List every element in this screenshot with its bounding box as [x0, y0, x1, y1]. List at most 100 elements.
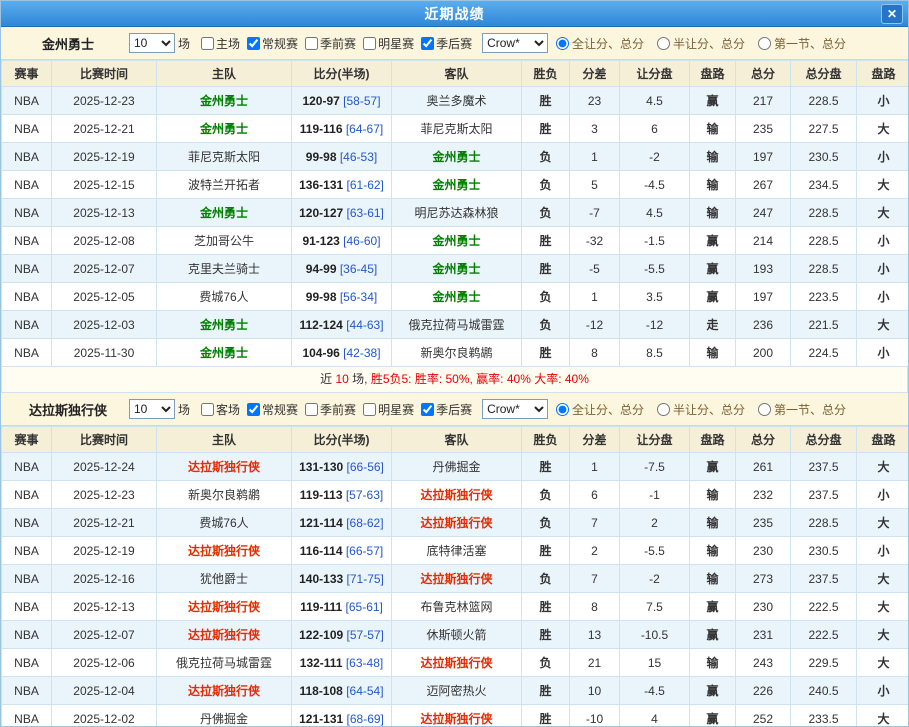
- filter-checkbox[interactable]: 明星赛: [356, 35, 414, 52]
- cell-total-line: 237.5: [791, 565, 857, 593]
- filter-checkbox[interactable]: 季前赛: [298, 401, 356, 418]
- cell-handicap: 8.5: [620, 339, 690, 367]
- cell-date: 2025-12-24: [52, 453, 157, 481]
- cell-ou-result: 小: [857, 87, 909, 115]
- score-half: [61-62]: [347, 178, 384, 192]
- cell-league: NBA: [2, 339, 52, 367]
- cell-away-team: 达拉斯独行侠: [392, 509, 522, 537]
- checkbox-input[interactable]: [305, 37, 318, 50]
- radio-input[interactable]: [758, 37, 771, 50]
- radio-input[interactable]: [758, 403, 771, 416]
- cell-result: 负: [522, 481, 570, 509]
- checkbox-label: 季前赛: [320, 401, 356, 418]
- score-half: [56-34]: [340, 290, 377, 304]
- filter-checkbox[interactable]: 明星赛: [356, 401, 414, 418]
- checkbox-input[interactable]: [247, 403, 260, 416]
- cell-league: NBA: [2, 199, 52, 227]
- checkbox-input[interactable]: [421, 37, 434, 50]
- games-suffix-label: 场: [178, 401, 190, 418]
- checkbox-input[interactable]: [247, 37, 260, 50]
- filter-radio[interactable]: 第一节、总分: [758, 35, 846, 52]
- cell-league: NBA: [2, 283, 52, 311]
- score-main: 116-114: [300, 544, 343, 558]
- cell-total: 197: [736, 283, 791, 311]
- cell-home-team: 达拉斯独行侠: [157, 537, 292, 565]
- crown-select[interactable]: Crow*: [482, 33, 548, 53]
- games-count-select[interactable]: 10: [129, 399, 175, 419]
- cell-score: 131-130 [66-56]: [292, 453, 392, 481]
- filter-radio[interactable]: 半让分、总分: [657, 401, 745, 418]
- filter-radio[interactable]: 全让分、总分: [556, 35, 644, 52]
- checkbox-input[interactable]: [305, 403, 318, 416]
- checkbox-label: 主场: [216, 35, 240, 52]
- cell-total: 230: [736, 593, 791, 621]
- score-main: 136-131: [299, 178, 343, 192]
- cell-result: 胜: [522, 339, 570, 367]
- cell-diff: 1: [570, 143, 620, 171]
- cell-diff: 1: [570, 283, 620, 311]
- score-main: 104-96: [302, 346, 339, 360]
- cell-result: 胜: [522, 621, 570, 649]
- checkbox-input[interactable]: [363, 37, 376, 50]
- radio-input[interactable]: [657, 403, 670, 416]
- filter-checkbox[interactable]: 季后赛: [414, 401, 472, 418]
- column-header: 主队: [157, 61, 292, 87]
- cell-home-team: 克里夫兰骑士: [157, 255, 292, 283]
- cell-date: 2025-12-19: [52, 537, 157, 565]
- cell-score: 119-111 [65-61]: [292, 593, 392, 621]
- filter-checkbox[interactable]: 常规赛: [240, 401, 298, 418]
- cell-date: 2025-12-07: [52, 255, 157, 283]
- filter-checkbox[interactable]: 客场: [194, 401, 240, 418]
- games-suffix-label: 场: [178, 35, 190, 52]
- score-main: 118-108: [299, 684, 342, 698]
- crown-select[interactable]: Crow*: [482, 399, 548, 419]
- cell-handicap-result: 赢: [690, 677, 736, 705]
- cell-handicap-result: 输: [690, 481, 736, 509]
- column-header: 赛事: [2, 427, 52, 453]
- cell-ou-result: 大: [857, 199, 909, 227]
- cell-handicap-result: 输: [690, 649, 736, 677]
- close-button[interactable]: ✕: [881, 4, 903, 24]
- column-header: 赛事: [2, 61, 52, 87]
- checkbox-label: 客场: [216, 401, 240, 418]
- cell-ou-result: 大: [857, 649, 909, 677]
- cell-diff: 8: [570, 339, 620, 367]
- cell-score: 112-124 [44-63]: [292, 311, 392, 339]
- filter-radio[interactable]: 第一节、总分: [758, 401, 846, 418]
- filter-checkbox[interactable]: 季前赛: [298, 35, 356, 52]
- cell-ou-result: 小: [857, 481, 909, 509]
- cell-home-team: 达拉斯独行侠: [157, 593, 292, 621]
- column-header: 盘路: [857, 61, 909, 87]
- filter-radio[interactable]: 半让分、总分: [657, 35, 745, 52]
- cell-handicap: 15: [620, 649, 690, 677]
- games-count-select[interactable]: 10: [129, 33, 175, 53]
- summary-segment: 场,: [349, 372, 371, 386]
- radio-input[interactable]: [657, 37, 670, 50]
- cell-ou-result: 大: [857, 621, 909, 649]
- cell-handicap-result: 赢: [690, 283, 736, 311]
- cell-diff: 5: [570, 171, 620, 199]
- radio-input[interactable]: [556, 37, 569, 50]
- cell-total-line: 222.5: [791, 621, 857, 649]
- radio-input[interactable]: [556, 403, 569, 416]
- table-body: NBA 2025-12-24 达拉斯独行侠 131-130 [66-56] 丹佛…: [2, 453, 909, 727]
- radio-label: 半让分、总分: [673, 401, 745, 418]
- filter-checkbox[interactable]: 常规赛: [240, 35, 298, 52]
- checkbox-input[interactable]: [363, 403, 376, 416]
- checkbox-input[interactable]: [201, 37, 214, 50]
- filter-checkbox[interactable]: 季后赛: [414, 35, 472, 52]
- team-name: 金州勇士: [7, 34, 129, 53]
- recent-records-popup: 近期战绩 ✕ 金州勇士 10 场 主场 常规赛 季前赛 明星赛 季后赛 Crow…: [0, 0, 909, 727]
- cell-handicap: -7.5: [620, 453, 690, 481]
- cell-result: 胜: [522, 453, 570, 481]
- filter-checkbox[interactable]: 主场: [194, 35, 240, 52]
- cell-total-line: 228.5: [791, 255, 857, 283]
- filter-radio[interactable]: 全让分、总分: [556, 401, 644, 418]
- column-header: 比分(半场): [292, 61, 392, 87]
- cell-away-team: 金州勇士: [392, 255, 522, 283]
- checkbox-input[interactable]: [201, 403, 214, 416]
- cell-total: 252: [736, 705, 791, 727]
- checkbox-input[interactable]: [421, 403, 434, 416]
- cell-league: NBA: [2, 481, 52, 509]
- cell-total: 267: [736, 171, 791, 199]
